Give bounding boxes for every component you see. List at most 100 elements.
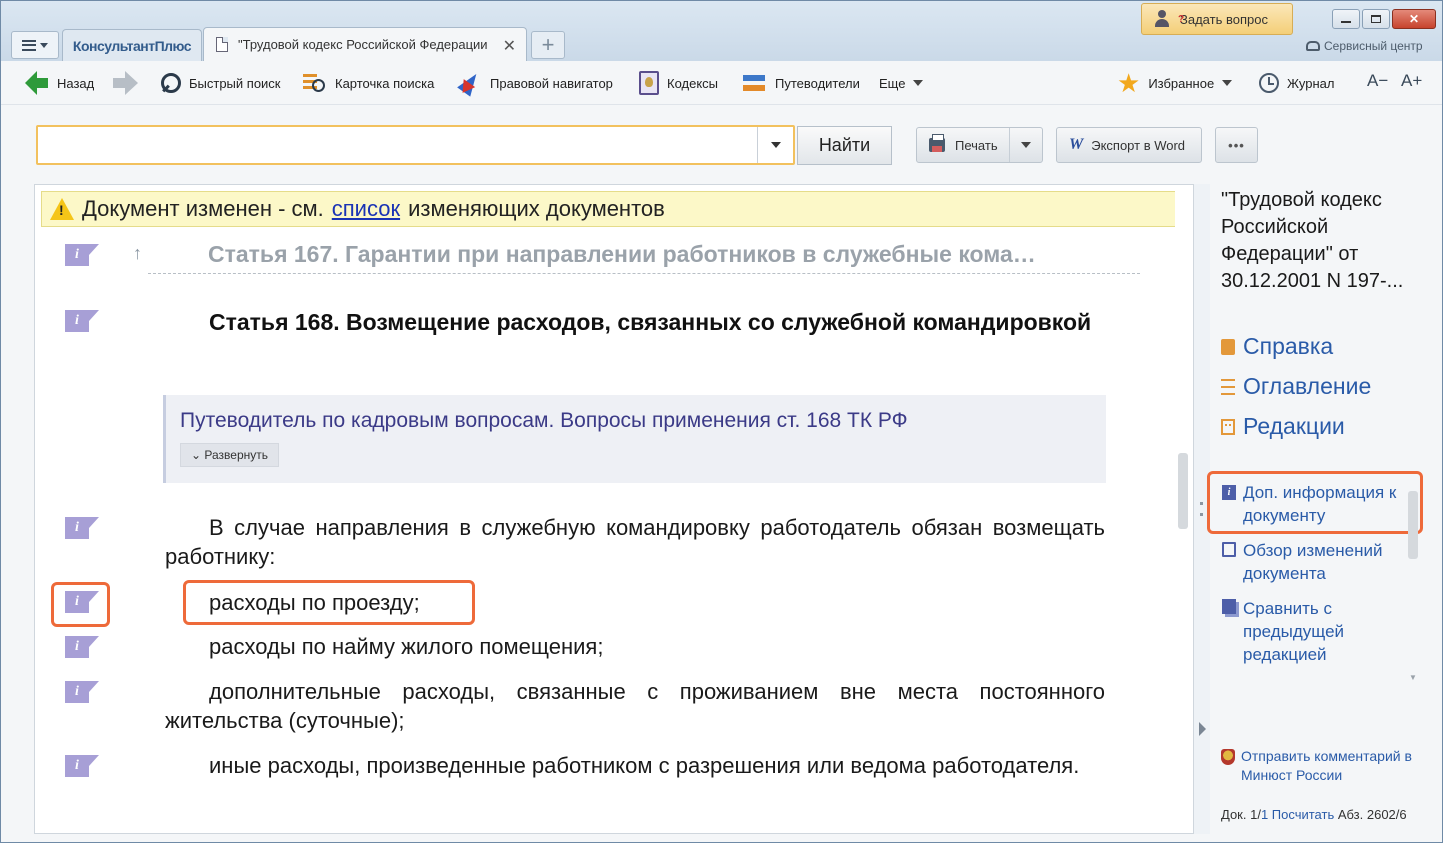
export-word-label: Экспорт в Word [1091,137,1186,153]
guides-button[interactable]: Путеводители [743,72,860,94]
chevron-down-icon [40,42,48,48]
history-button[interactable]: Журнал [1259,72,1334,94]
info-marker-icon[interactable]: i [65,681,101,703]
print-label: Печать [955,137,998,153]
minimize-icon [1341,21,1351,23]
paragraph: иные расходы, произведенные работником с… [209,753,1080,778]
minjust-label: Отправить комментарий в Минюст России [1241,748,1412,783]
scroll-down-icon[interactable]: ▼ [1409,673,1417,682]
maximize-button[interactable] [1362,9,1390,29]
edit-icon [1222,542,1236,557]
info-marker-icon[interactable]: i [65,755,101,777]
grip-icon [1200,502,1203,516]
ask-question-button[interactable]: ? Задать вопрос [1141,3,1293,35]
expand-button[interactable]: ⌄ Развернуть [180,443,279,467]
changes-review-link[interactable]: Обзор изменений документа [1243,539,1418,585]
font-smaller-button[interactable]: A− [1367,71,1388,91]
close-window-button[interactable]: ✕ [1392,9,1436,29]
maximize-icon [1371,15,1381,23]
phone-icon [1306,41,1320,51]
search-card-label: Карточка поиска [335,75,435,91]
minjust-comment-link[interactable]: Отправить комментарий в Минюст России [1221,747,1436,785]
legal-navigator-button[interactable]: Правовой навигатор [458,72,613,94]
info-marker-icon[interactable]: i [65,310,101,332]
service-center-label: Сервисный центр [1324,39,1423,53]
consultant-icon: ? [1154,10,1184,28]
search-input[interactable] [38,127,758,163]
navigator-icon [458,72,482,94]
tab-document-label: "Трудовой кодекс Российской Федерации" о… [238,37,488,52]
close-tab-icon[interactable]: ✕ [503,36,516,56]
change-list-link[interactable]: список [332,196,400,222]
guides-icon [743,72,767,94]
info-marker-icon[interactable]: i [65,636,101,658]
list-icon [1221,378,1235,395]
font-larger-button[interactable]: A+ [1401,71,1422,91]
search-card-button[interactable]: Карточка поиска [303,72,434,94]
more-menu-button[interactable]: Еще [879,72,924,94]
count-link[interactable]: 1 Посчитать [1261,807,1334,822]
compare-link[interactable]: Сравнить с предыдущей редакцией [1243,597,1418,666]
article-divider [148,273,1140,274]
tab-home[interactable]: КонсультантПлюс [62,29,202,61]
search-card-icon [303,72,327,94]
status-paragraph: Абз. 2602/6 [1334,807,1407,822]
paragraph: В случае направления в служебную команди… [165,515,1105,569]
info-icon: i [1222,485,1236,500]
tab-document[interactable]: "Трудовой кодекс Российской Федерации" о… [203,27,527,61]
info-marker-icon[interactable]: i [65,244,101,266]
clock-icon [1259,73,1279,93]
find-button[interactable]: Найти [797,126,892,165]
compare-icon [1222,599,1236,614]
favorites-button[interactable]: ★ Избранное [1117,68,1233,98]
add-tab-button[interactable]: + [531,31,565,59]
service-center-link[interactable]: Сервисный центр [1306,39,1423,53]
legal-navigator-label: Правовой навигатор [490,75,613,91]
status-doc-count: Док. 1/ [1221,807,1261,822]
emblem-icon [1221,749,1235,765]
right-panel-scrollbar[interactable] [1408,491,1418,559]
expand-label: Развернуть [204,448,268,462]
previous-article-heading[interactable]: Статья 167. Гарантии при направлении раб… [208,241,1108,268]
codes-label: Кодексы [667,75,719,91]
word-icon: W [1069,136,1084,153]
guide-reference-link[interactable]: Путеводитель по кадровым вопросам. Вопро… [180,409,1092,433]
more-label: Еще [879,75,906,91]
contents-link[interactable]: Оглавление [1221,373,1371,400]
forward-button[interactable] [113,71,147,95]
print-button[interactable]: Печать [916,127,1043,163]
document-scrollbar[interactable] [1175,185,1193,833]
back-button[interactable]: Назад [25,71,94,95]
paragraph: дополнительные расходы, связанные с прож… [165,679,1105,733]
info-marker-icon[interactable]: i [65,517,101,539]
search-icon [159,72,181,94]
app-window: КонсультантПлюс "Трудовой кодекс Российс… [0,0,1443,843]
calendar-icon [1221,418,1235,435]
title-bar: КонсультантПлюс "Трудовой кодекс Российс… [1,1,1442,61]
collapse-panel-icon[interactable] [1199,722,1206,736]
info-marker-icon[interactable]: i [65,591,101,613]
main-menu-button[interactable] [11,31,59,59]
warning-icon [50,198,74,220]
scrollbar-thumb[interactable] [1178,453,1188,529]
status-bar: Док. 1/1 Посчитать Абз. 2602/6 [1221,807,1436,822]
search-history-dropdown[interactable] [757,127,793,163]
star-icon: ★ [1117,68,1141,98]
window-controls: ✕ [1332,9,1436,29]
menu-icon [22,39,36,51]
quick-search-button[interactable]: Быстрый поиск [159,72,281,94]
editions-link[interactable]: Редакции [1221,413,1345,440]
extra-info-link[interactable]: Доп. информация к документу [1243,481,1418,527]
guide-reference-box: Путеводитель по кадровым вопросам. Вопро… [163,395,1106,483]
forward-arrow-icon [113,71,139,95]
help-link[interactable]: Справка [1221,333,1333,360]
codes-button[interactable]: Кодексы [639,71,719,95]
up-arrow-icon[interactable]: ↑ [133,243,142,264]
more-actions-button[interactable]: ••• [1215,127,1258,163]
export-word-button[interactable]: W Экспорт в Word [1056,127,1202,163]
notice-prefix: Документ изменен - см. [82,196,324,221]
print-options-chevron-icon[interactable] [1021,142,1031,148]
main-toolbar: Назад Быстрый поиск Карточка поиска Прав… [1,61,1442,105]
document-view: Документ изменен - см. список изменяющих… [34,184,1194,834]
minimize-button[interactable] [1332,9,1360,29]
